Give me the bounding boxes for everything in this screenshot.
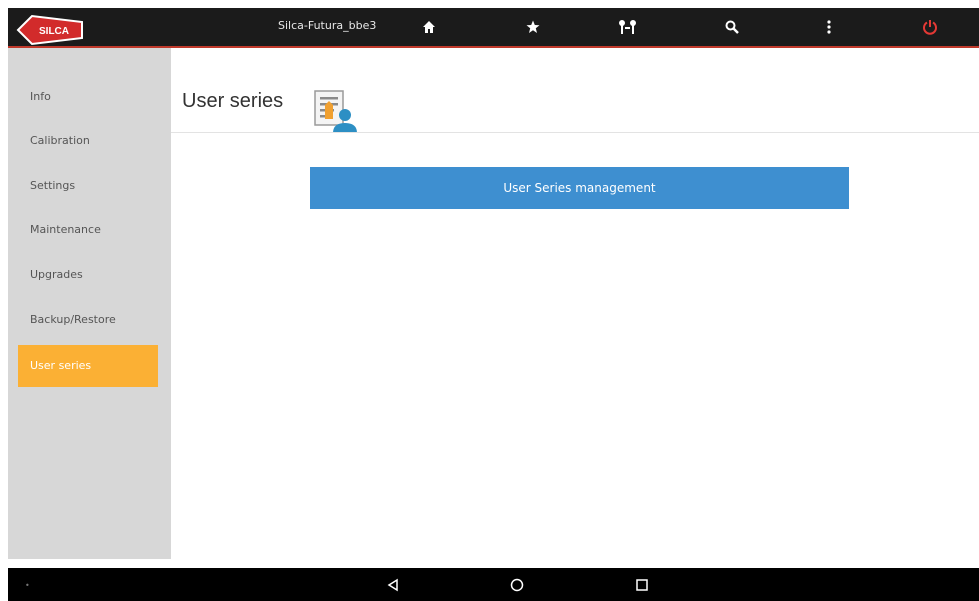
page-title: User series [182,90,284,112]
svg-text:SILCA: SILCA [39,26,69,37]
home-circle-icon[interactable] [506,574,528,596]
silca-logo[interactable]: SILCA [14,12,88,48]
sidebar-item-upgrades[interactable]: Upgrades [18,254,158,296]
sidebar: Info Calibration Settings Maintenance Up… [8,48,171,559]
title-divider [171,132,979,133]
sidebar-item-settings[interactable]: Settings [18,165,158,207]
star-icon[interactable] [520,14,546,40]
nav-dot-icon: • [25,581,30,590]
top-bar: SILCA Silca-Futura_bbe3 [8,8,979,48]
spacer [8,559,979,568]
power-icon[interactable] [917,14,943,40]
more-vert-icon[interactable] [816,14,842,40]
user-series-management-button[interactable]: User Series management [310,167,849,209]
sidebar-item-info[interactable]: Info [18,76,158,118]
sidebar-item-user-series[interactable]: User series [18,345,158,387]
keys-icon[interactable] [615,14,641,40]
back-icon[interactable] [382,574,404,596]
search-icon[interactable] [719,14,745,40]
sidebar-item-calibration[interactable]: Calibration [18,120,158,162]
user-document-icon [311,85,361,137]
device-name: Silca-Futura_bbe3 [278,19,377,32]
sidebar-item-backup-restore[interactable]: Backup/Restore [18,299,158,341]
sidebar-item-maintenance[interactable]: Maintenance [18,209,158,251]
frame-border [0,0,8,601]
home-icon[interactable] [416,14,442,40]
recents-icon[interactable] [631,574,653,596]
android-nav-bar: • [8,568,979,601]
